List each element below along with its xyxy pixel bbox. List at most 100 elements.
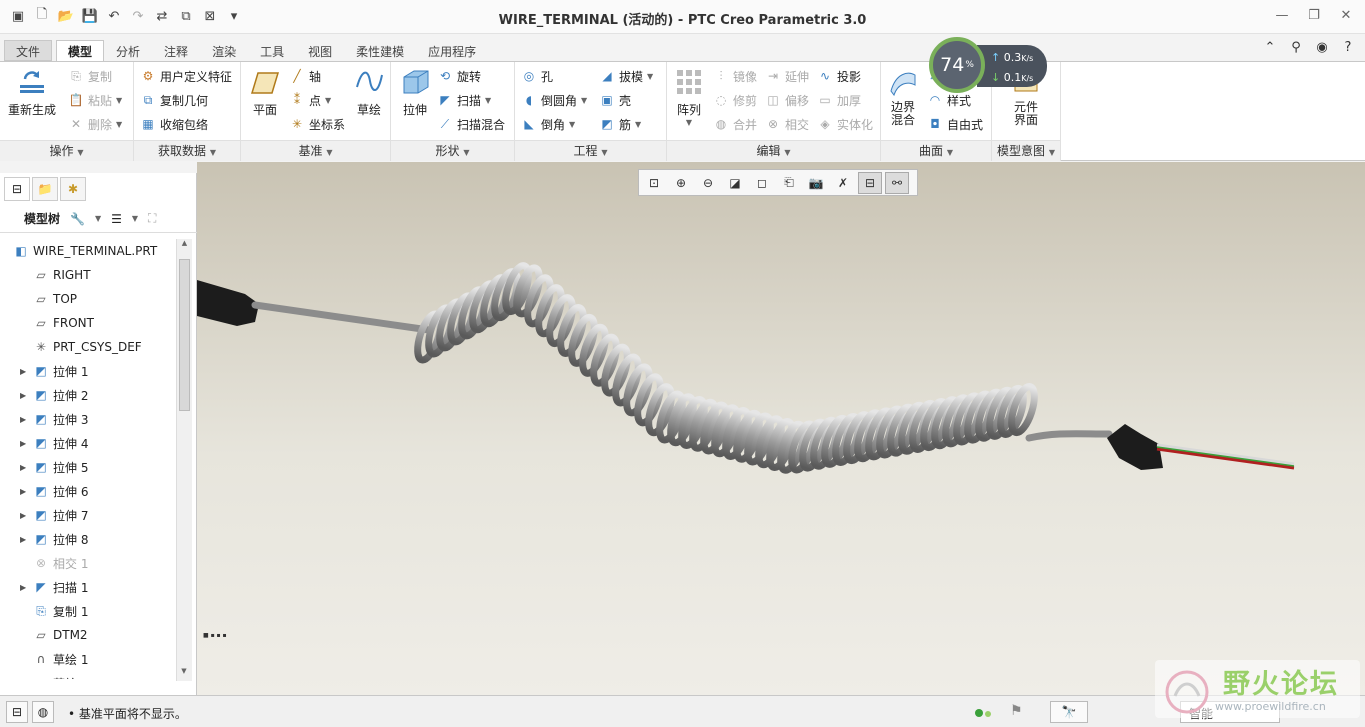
expand-arrow-icon[interactable]: ▶: [20, 415, 32, 424]
revolve-button[interactable]: ⟲ 旋转: [437, 65, 481, 87]
copy-button[interactable]: ⎘ 复制: [68, 65, 112, 87]
search-icon[interactable]: ⚲: [1287, 38, 1305, 56]
pattern-button[interactable]: 阵列 ▼: [673, 66, 705, 127]
point-button[interactable]: ⁑ 点 ▼: [289, 89, 331, 111]
tree-node[interactable]: ▶ ◩ 拉伸 8: [0, 527, 176, 551]
tree-node[interactable]: ▱ RIGHT: [0, 263, 176, 287]
tree-node[interactable]: ▶ ◩ 拉伸 7: [0, 503, 176, 527]
tree-node[interactable]: ▶ ◩ 拉伸 4: [0, 431, 176, 455]
regen-status-icon[interactable]: [975, 706, 997, 718]
expand-arrow-icon[interactable]: ▶: [20, 583, 32, 592]
udf-button[interactable]: ⚙ 用户定义特征: [140, 65, 232, 87]
favorites-tab[interactable]: ✱: [60, 177, 86, 201]
group-label-engineering[interactable]: 工程 ▼: [515, 140, 666, 161]
group-label-datum[interactable]: 基准 ▼: [241, 140, 390, 161]
tree-node[interactable]: ▱ DTM2: [0, 623, 176, 647]
minimize-ribbon-icon[interactable]: ⌃: [1261, 38, 1279, 56]
toggle-browser-icon[interactable]: ◍: [32, 701, 54, 723]
tree-node[interactable]: ▶ ◩ 拉伸 6: [0, 479, 176, 503]
tab-model[interactable]: 模型: [56, 40, 105, 61]
trim-button[interactable]: ◌ 修剪: [713, 89, 757, 111]
style-button[interactable]: ◠ 样式: [927, 89, 971, 111]
paste-button[interactable]: 📋 粘贴 ▼: [68, 89, 123, 111]
copy-geometry-button[interactable]: ⧉ 复制几何: [140, 89, 208, 111]
expand-arrow-icon[interactable]: ▶: [20, 511, 32, 520]
merge-button[interactable]: ◍ 合并: [713, 113, 757, 135]
sketch-button[interactable]: 草绘: [353, 66, 385, 118]
tree-node[interactable]: ⊗ 相交 1: [0, 551, 176, 575]
tree-node[interactable]: ✳ PRT_CSYS_DEF: [0, 335, 176, 359]
close-icon[interactable]: ✕: [1337, 6, 1355, 24]
tab-applications[interactable]: 应用程序: [416, 40, 488, 61]
flag-icon[interactable]: ⚑: [1010, 703, 1023, 719]
tab-file[interactable]: 文件: [4, 40, 53, 61]
expand-arrow-icon[interactable]: ▶: [20, 367, 32, 376]
extend-button[interactable]: ⇥ 延伸: [765, 65, 809, 87]
project-button[interactable]: ∿ 投影: [817, 65, 861, 87]
sweep-button[interactable]: ◤ 扫描 ▼: [437, 89, 491, 111]
tree-node[interactable]: ⎘ 复制 1: [0, 599, 176, 623]
tree-node[interactable]: ▶ ◤ 扫描 1: [0, 575, 176, 599]
memory-usage-gauge[interactable]: 74%: [929, 37, 985, 93]
group-label-surfaces[interactable]: 曲面 ▼: [881, 140, 991, 161]
round-button[interactable]: ◖ 倒圆角 ▼: [521, 89, 587, 111]
minimize-icon[interactable]: —: [1273, 6, 1291, 24]
find-binoculars-icon[interactable]: 🔭: [1050, 701, 1088, 723]
thicken-button[interactable]: ▭ 加厚: [817, 89, 861, 111]
group-label-editing[interactable]: 编辑 ▼: [667, 140, 880, 161]
tree-node[interactable]: ◧ WIRE_TERMINAL.PRT: [0, 239, 176, 263]
intersect-button[interactable]: ⊗ 相交: [765, 113, 809, 135]
solidify-button[interactable]: ◈ 实体化: [817, 113, 873, 135]
shell-button[interactable]: ▣ 壳: [599, 89, 631, 111]
shrinkwrap-button[interactable]: ▦ 收缩包络: [140, 113, 208, 135]
tree-scrollbar[interactable]: ▲ ▼: [176, 239, 192, 681]
regenerate-button[interactable]: 重新生成: [8, 66, 56, 118]
expand-arrow-icon[interactable]: ▶: [20, 463, 32, 472]
group-label-model-intent[interactable]: 模型意图 ▼: [992, 140, 1060, 161]
toggle-navigator-icon[interactable]: ⊟: [6, 701, 28, 723]
delete-button[interactable]: ✕ 删除 ▼: [68, 113, 122, 135]
model-tree-tab[interactable]: ⊟: [4, 177, 30, 201]
group-label-get-data[interactable]: 获取数据 ▼: [134, 140, 240, 161]
tree-filter-icon[interactable]: ⛶: [148, 211, 156, 226]
graphics-window[interactable]: ⊡ ⊕ ⊖ ◪ ◻ ⎗ 📷 ✗ ⊟ ⚯ ■ ▪ ▪ ▪: [197, 162, 1365, 695]
expand-arrow-icon[interactable]: ▶: [20, 391, 32, 400]
csys-button[interactable]: ✳ 坐标系: [289, 113, 345, 135]
group-label-shapes[interactable]: 形状 ▼: [391, 140, 514, 161]
tree-columns-icon[interactable]: ☰: [111, 212, 122, 226]
expand-arrow-icon[interactable]: ▶: [20, 535, 32, 544]
expand-arrow-icon[interactable]: ▶: [20, 439, 32, 448]
draft-button[interactable]: ◢ 拔模 ▼: [599, 65, 653, 87]
tree-node[interactable]: ▶ ◩ 拉伸 2: [0, 383, 176, 407]
plane-button[interactable]: 平面: [249, 66, 281, 118]
tab-analysis[interactable]: 分析: [104, 40, 152, 61]
restore-icon[interactable]: ❐: [1305, 6, 1323, 24]
tab-flexible-modeling[interactable]: 柔性建模: [344, 40, 416, 61]
hole-button[interactable]: ◎ 孔: [521, 65, 553, 87]
offset-button[interactable]: ◫ 偏移: [765, 89, 809, 111]
tree-scrollbar-thumb[interactable]: [179, 259, 190, 411]
community-icon[interactable]: ◉: [1313, 38, 1331, 56]
tree-node[interactable]: ▶ ◩ 拉伸 3: [0, 407, 176, 431]
tree-settings-icon[interactable]: 🔧: [70, 212, 85, 226]
tab-annotate[interactable]: 注释: [152, 40, 200, 61]
tree-node[interactable]: ▶ ◩ 拉伸 1: [0, 359, 176, 383]
tab-render[interactable]: 渲染: [200, 40, 248, 61]
rib-button[interactable]: ◩ 筋 ▼: [599, 113, 641, 135]
help-icon[interactable]: ?: [1339, 38, 1357, 56]
group-label-operations[interactable]: 操作 ▼: [0, 140, 133, 161]
tree-node[interactable]: ▱ TOP: [0, 287, 176, 311]
tree-node[interactable]: ▶ ◩ 拉伸 5: [0, 455, 176, 479]
tab-view[interactable]: 视图: [296, 40, 344, 61]
extrude-button[interactable]: 拉伸: [399, 66, 431, 118]
boundary-blend-button[interactable]: 边界混合: [887, 66, 919, 127]
tree-node[interactable]: ∩草绘 2: [0, 671, 176, 679]
chamfer-button[interactable]: ◣ 倒角 ▼: [521, 113, 575, 135]
expand-arrow-icon[interactable]: ▶: [20, 487, 32, 496]
tree-node[interactable]: ∩ 草绘 1: [0, 647, 176, 671]
tree-node[interactable]: ▱ FRONT: [0, 311, 176, 335]
tab-tools[interactable]: 工具: [248, 40, 296, 61]
swept-blend-button[interactable]: ⟋ 扫描混合: [437, 113, 505, 135]
axis-button[interactable]: ╱ 轴: [289, 65, 321, 87]
folder-browser-tab[interactable]: 📁: [32, 177, 58, 201]
